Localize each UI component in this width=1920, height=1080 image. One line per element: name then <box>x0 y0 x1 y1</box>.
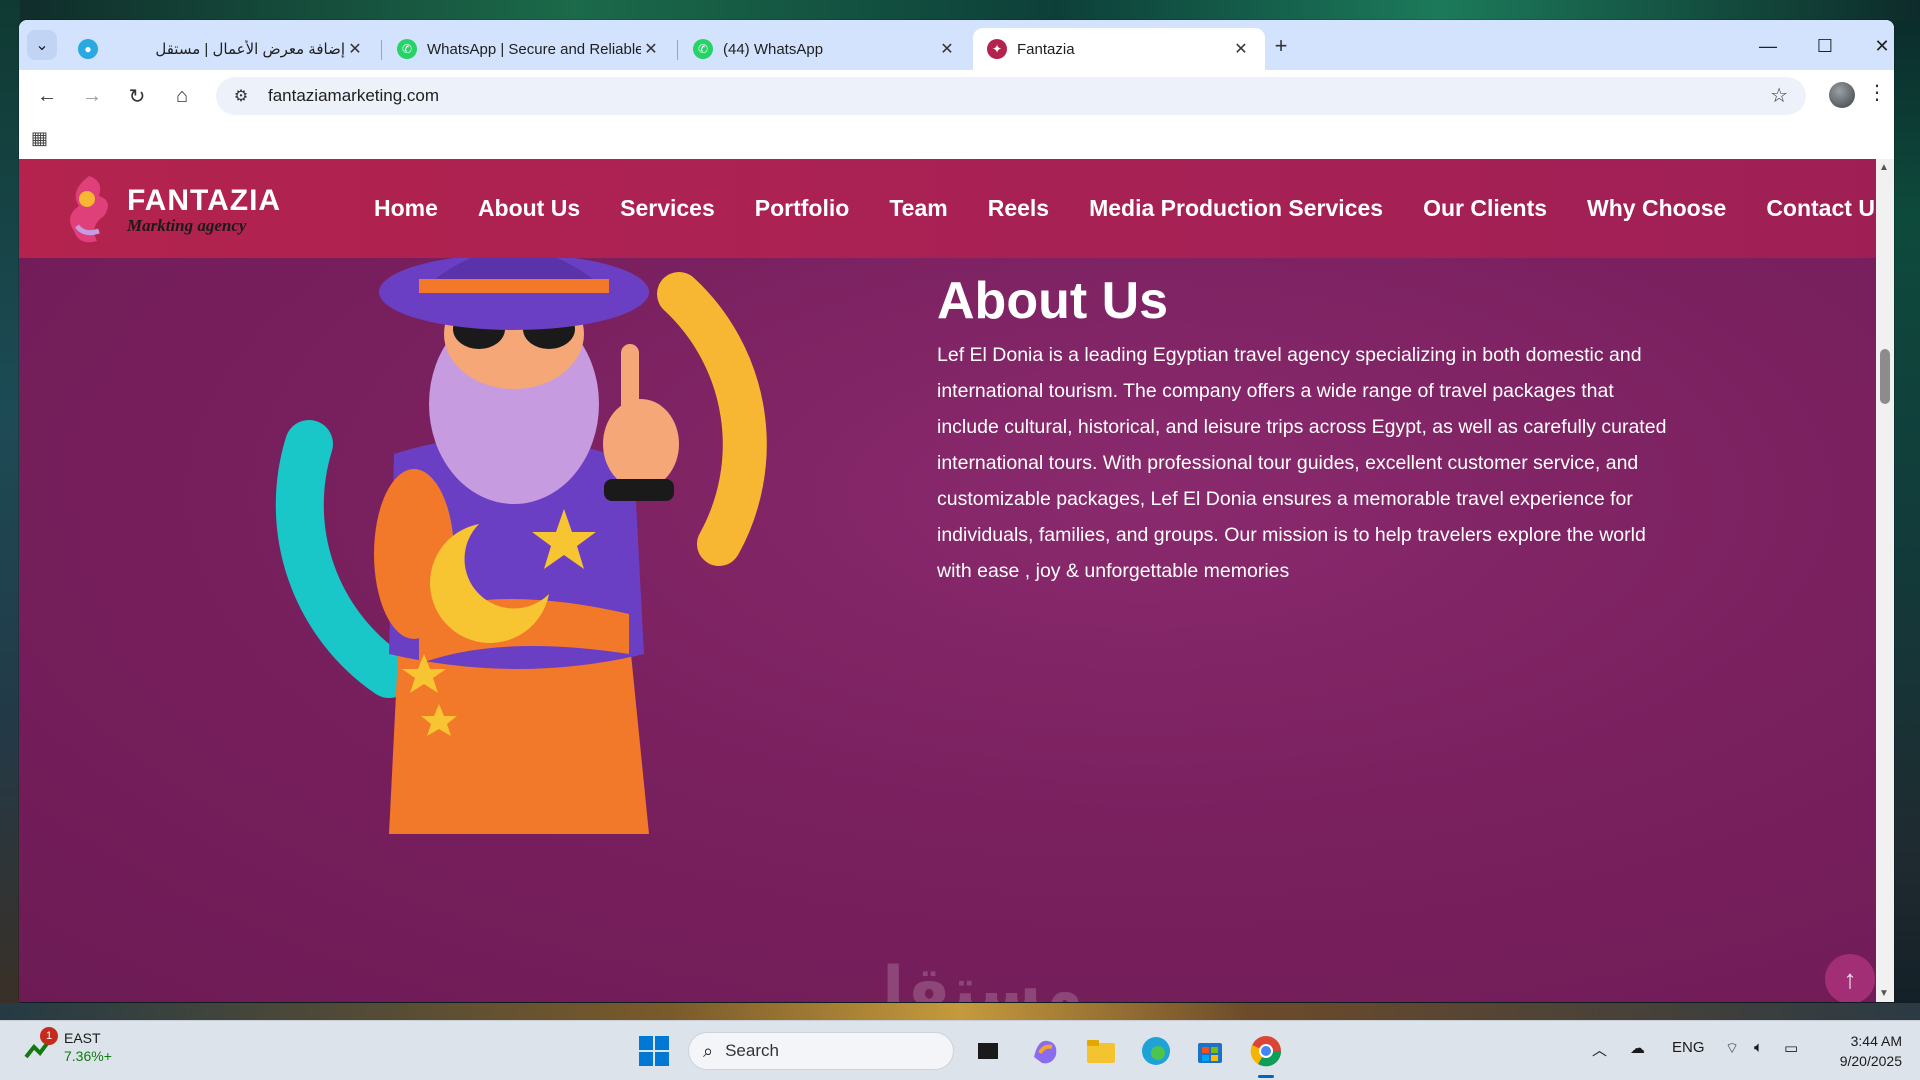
desktop-wallpaper-bottom <box>0 1003 1920 1021</box>
tab-strip: ⌄ ● إضافة معرض الأعمال | مستقل ✕ ✆ Whats… <box>19 20 1894 70</box>
about-paragraph: Lef El Donia is a leading Egyptian trave… <box>937 344 1667 582</box>
nav-our-clients[interactable]: Our Clients <box>1423 195 1547 222</box>
site-header: FANTAZIA Markting agency Home About Us S… <box>19 159 1894 258</box>
tab-whatsapp[interactable]: ✆ (44) WhatsApp ✕ <box>679 28 971 70</box>
taskbar-search[interactable]: ⌕ Search <box>688 1032 954 1070</box>
nav-contact-us[interactable]: Contact Us <box>1766 195 1887 222</box>
stock-chart-icon: 1 <box>24 1027 58 1063</box>
copilot-icon[interactable] <box>1028 1033 1064 1069</box>
mostaql-icon: ● <box>78 39 98 59</box>
search-icon: ⌕ <box>703 1040 714 1061</box>
task-view-icon[interactable] <box>970 1033 1006 1069</box>
tab-whatsapp-web[interactable]: ✆ WhatsApp | Secure and Reliable ✕ <box>383 28 675 70</box>
tab-title: (44) WhatsApp <box>723 40 824 58</box>
about-heading: About Us <box>937 272 1169 330</box>
stock-value: 7.36%+ <box>64 1048 112 1064</box>
active-app-indicator <box>1258 1075 1274 1078</box>
minimize-button[interactable]: — <box>1754 32 1782 60</box>
page-viewport: FANTAZIA Markting agency Home About Us S… <box>19 159 1894 1002</box>
main-nav: Home About Us Services Portfolio Team Re… <box>374 159 1888 258</box>
forward-button[interactable]: → <box>76 80 108 112</box>
page-scrollbar[interactable]: ▲ ▼ <box>1876 159 1894 1002</box>
tab-title: Fantazia <box>1017 40 1075 58</box>
reload-icon: ↻ <box>128 85 146 108</box>
home-button[interactable]: ⌂ <box>166 80 198 112</box>
nav-portfolio[interactable]: Portfolio <box>755 195 850 222</box>
volume-icon[interactable]: 🔈︎ <box>1754 1039 1763 1056</box>
tab-title: إضافة معرض الأعمال | مستقل <box>155 41 345 58</box>
nav-about-us[interactable]: About Us <box>478 195 580 222</box>
wizard-illustration <box>275 254 767 834</box>
bookmarks-bar: ▦ <box>19 120 1894 158</box>
scrollbar-thumb[interactable] <box>1880 349 1890 404</box>
arrow-up-icon: ↑ <box>1843 963 1857 994</box>
stock-name: EAST <box>64 1030 101 1046</box>
close-icon[interactable]: ✕ <box>937 39 957 59</box>
chrome-icon[interactable] <box>1248 1033 1284 1069</box>
show-hidden-icons[interactable]: ︿ <box>1592 1039 1607 1060</box>
file-explorer-icon[interactable] <box>1083 1033 1119 1069</box>
nav-media-production-services[interactable]: Media Production Services <box>1089 195 1383 222</box>
close-icon[interactable]: ✕ <box>345 39 365 59</box>
microsoft-store-icon[interactable] <box>1192 1033 1228 1069</box>
url-text[interactable]: fantaziamarketing.com <box>268 86 439 106</box>
scroll-down-icon[interactable]: ▼ <box>1879 988 1889 999</box>
nav-team[interactable]: Team <box>889 195 947 222</box>
fantazia-logo[interactable]: FANTAZIA Markting agency <box>59 171 299 249</box>
new-tab-button[interactable]: + <box>1267 32 1295 60</box>
maximize-button[interactable]: ☐ <box>1811 32 1839 60</box>
tab-title: WhatsApp | Secure and Reliable <box>427 40 641 58</box>
whatsapp-icon: ✆ <box>693 39 713 59</box>
logo-name: FANTAZIA <box>127 184 282 217</box>
scroll-up-icon[interactable]: ▲ <box>1879 162 1889 173</box>
bookmark-star-icon[interactable]: ☆ <box>1770 83 1788 108</box>
site-info-icon[interactable]: ⚙ <box>226 86 256 106</box>
wifi-icon[interactable]: ⌔ <box>1725 1039 1739 1058</box>
chevron-down-icon: ⌄ <box>35 37 49 54</box>
search-label: Search <box>725 1041 779 1060</box>
close-icon[interactable]: ✕ <box>1231 39 1251 59</box>
battery-icon[interactable]: ▭ <box>1784 1039 1798 1057</box>
close-window-button[interactable]: ✕ <box>1868 32 1894 60</box>
browser-menu-icon[interactable]: ⋮ <box>1867 80 1887 105</box>
tab-separator <box>381 40 382 60</box>
edge-browser-icon[interactable] <box>1138 1033 1174 1069</box>
notification-badge: 1 <box>40 1027 58 1045</box>
desktop-wallpaper-top <box>0 0 1920 22</box>
close-icon[interactable]: ✕ <box>641 39 661 59</box>
home-icon: ⌂ <box>175 84 189 107</box>
nav-why-choose[interactable]: Why Choose <box>1587 195 1726 222</box>
logo-tagline: Markting agency <box>127 216 247 235</box>
genie-logo-icon <box>70 176 108 243</box>
tab-search-button[interactable]: ⌄ <box>27 30 57 60</box>
fantazia-icon: ✦ <box>987 39 1007 59</box>
tab-separator <box>677 40 678 60</box>
system-clock[interactable]: 3:44 AM 9/20/2025 <box>1822 1031 1902 1071</box>
browser-window: ⌄ ● إضافة معرض الأعمال | مستقل ✕ ✆ Whats… <box>19 20 1894 1002</box>
tab-fantazia[interactable]: ✦ Fantazia ✕ <box>973 28 1265 70</box>
clock-date: 9/20/2025 <box>1839 1053 1902 1069</box>
arrow-left-icon: ← <box>37 84 57 107</box>
desktop-wallpaper-left <box>0 0 20 1020</box>
reload-button[interactable]: ↻ <box>121 80 153 112</box>
stock-widget[interactable]: 1 EAST 7.36%+ <box>24 1027 112 1065</box>
clock-time: 3:44 AM <box>1850 1033 1902 1049</box>
arrow-right-icon: → <box>82 84 102 107</box>
browser-toolbar: ← → ↻ ⌂ ⚙ fantaziamarketing.com ☆ ⋮ <box>19 70 1894 120</box>
profile-avatar[interactable] <box>1829 82 1855 108</box>
nav-services[interactable]: Services <box>620 195 715 222</box>
tab-mostaql[interactable]: ● إضافة معرض الأعمال | مستقل ✕ <box>64 28 379 70</box>
windows-taskbar: 1 EAST 7.36%+ ⌕ Search ︿ ☁ ENG ⌔ 🔈︎ ▭ 3:… <box>0 1020 1920 1080</box>
language-indicator[interactable]: ENG <box>1672 1039 1705 1056</box>
windows-start-icon[interactable] <box>636 1033 672 1069</box>
nav-reels[interactable]: Reels <box>988 195 1049 222</box>
back-button[interactable]: ← <box>31 80 63 112</box>
apps-grid-icon[interactable]: ▦ <box>31 128 48 149</box>
whatsapp-icon: ✆ <box>397 39 417 59</box>
scroll-to-top-button[interactable]: ↑ <box>1825 954 1875 1002</box>
mostaql-watermark: مستقل <box>849 954 1084 1002</box>
address-bar[interactable]: ⚙ fantaziamarketing.com ☆ <box>216 77 1806 115</box>
nav-home[interactable]: Home <box>374 195 438 222</box>
onedrive-icon[interactable]: ☁ <box>1630 1039 1645 1057</box>
